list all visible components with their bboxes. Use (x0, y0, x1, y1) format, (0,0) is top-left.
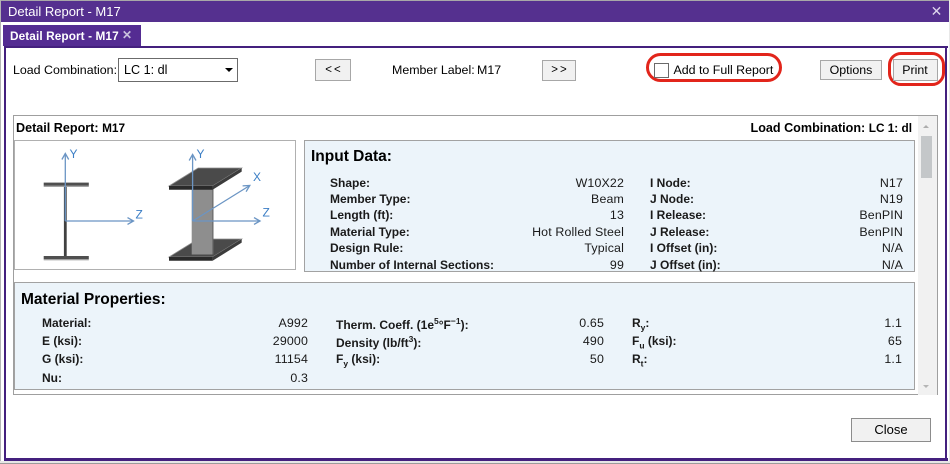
svg-text:Z: Z (263, 206, 270, 220)
svg-text:X: X (253, 170, 261, 184)
svg-text:Y: Y (197, 147, 205, 161)
svg-text:Z: Z (136, 208, 143, 222)
svg-text:Y: Y (70, 147, 78, 161)
